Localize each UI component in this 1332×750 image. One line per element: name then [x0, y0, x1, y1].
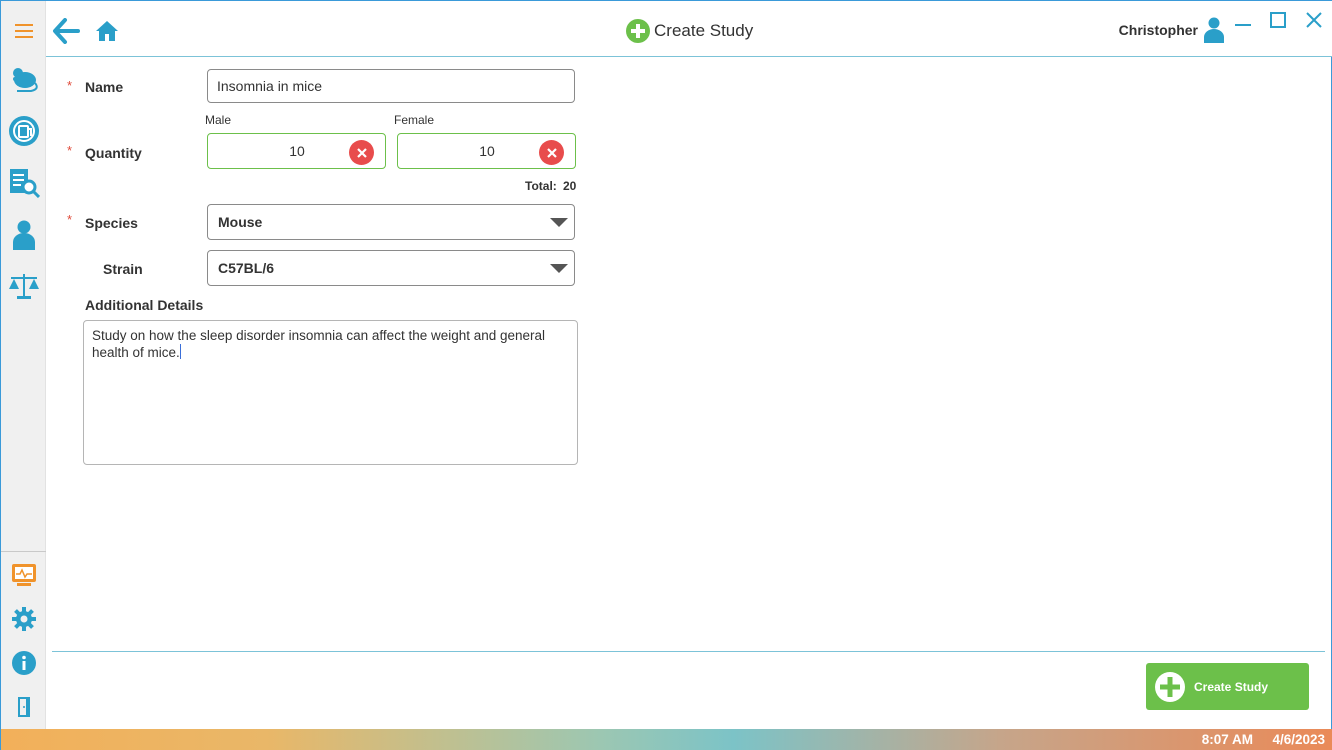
- strain-value: C57BL/6: [218, 260, 275, 276]
- balance-scale-icon[interactable]: [1, 264, 46, 308]
- strain-select[interactable]: C57BL/6: [207, 250, 575, 286]
- create-study-button[interactable]: Create Study: [1146, 663, 1309, 710]
- species-value: Mouse: [218, 214, 263, 230]
- female-quantity-input[interactable]: 10: [397, 133, 576, 169]
- required-marker: *: [67, 78, 73, 93]
- close-icon[interactable]: [1306, 12, 1322, 33]
- text-caret: [179, 344, 181, 359]
- create-study-button-label: Create Study: [1194, 679, 1269, 694]
- species-select[interactable]: Mouse: [207, 204, 575, 240]
- species-label: Species: [85, 215, 138, 231]
- info-icon[interactable]: [1, 641, 46, 685]
- status-bar: 8:07 AM 4/6/2023: [1, 729, 1332, 750]
- status-date: 4/6/2023: [1272, 732, 1325, 747]
- total-value: 20: [563, 179, 577, 193]
- study-icon[interactable]: [1, 109, 46, 153]
- clear-female-icon[interactable]: [539, 140, 564, 165]
- create-study-form: * Name Insomnia in mice Male Female * Qu…: [46, 57, 1332, 651]
- male-quantity-input[interactable]: 10: [207, 133, 386, 169]
- maximize-icon[interactable]: [1270, 12, 1286, 33]
- add-circle-icon: [626, 19, 650, 43]
- required-marker: *: [67, 212, 73, 227]
- mouse-icon[interactable]: [1, 57, 46, 101]
- sidebar-divider: [1, 551, 46, 552]
- name-label: Name: [85, 79, 124, 95]
- app-window: Create Study Christopher * Name Insomnia…: [0, 0, 1332, 750]
- header: Create Study Christopher: [46, 1, 1332, 57]
- user-info[interactable]: Christopher: [1119, 17, 1224, 43]
- add-circle-icon: [1155, 671, 1185, 702]
- monitor-icon[interactable]: [1, 553, 46, 597]
- details-text: Study on how the sleep disorder insomnia…: [92, 328, 546, 360]
- footer-divider: [52, 651, 1325, 652]
- sidebar: [1, 1, 46, 729]
- exit-door-icon[interactable]: [1, 685, 46, 729]
- clear-male-icon[interactable]: [349, 140, 374, 165]
- female-label: Female: [394, 113, 435, 127]
- page-title: Create Study: [626, 19, 753, 43]
- home-icon[interactable]: [95, 20, 119, 47]
- status-time: 8:07 AM: [1201, 732, 1253, 747]
- minimize-icon[interactable]: [1235, 15, 1251, 33]
- user-name: Christopher: [1118, 22, 1198, 38]
- name-input[interactable]: Insomnia in mice: [207, 69, 575, 103]
- details-textarea[interactable]: Study on how the sleep disorder insomnia…: [83, 320, 578, 465]
- total-label: Total:: [525, 179, 557, 193]
- male-label: Male: [205, 113, 232, 127]
- required-marker: *: [67, 143, 73, 158]
- user-avatar-icon: [1204, 17, 1224, 43]
- page-title-text: Create Study: [654, 21, 754, 40]
- details-label: Additional Details: [85, 297, 204, 313]
- document-search-icon[interactable]: [1, 161, 46, 205]
- person-icon[interactable]: [1, 213, 46, 257]
- gear-icon[interactable]: [1, 597, 46, 641]
- menu-icon[interactable]: [1, 9, 46, 53]
- chevron-down-icon: [550, 218, 568, 227]
- quantity-label: Quantity: [85, 145, 142, 161]
- strain-label: Strain: [103, 261, 143, 277]
- back-arrow-icon[interactable]: [52, 18, 80, 49]
- chevron-down-icon: [550, 264, 568, 273]
